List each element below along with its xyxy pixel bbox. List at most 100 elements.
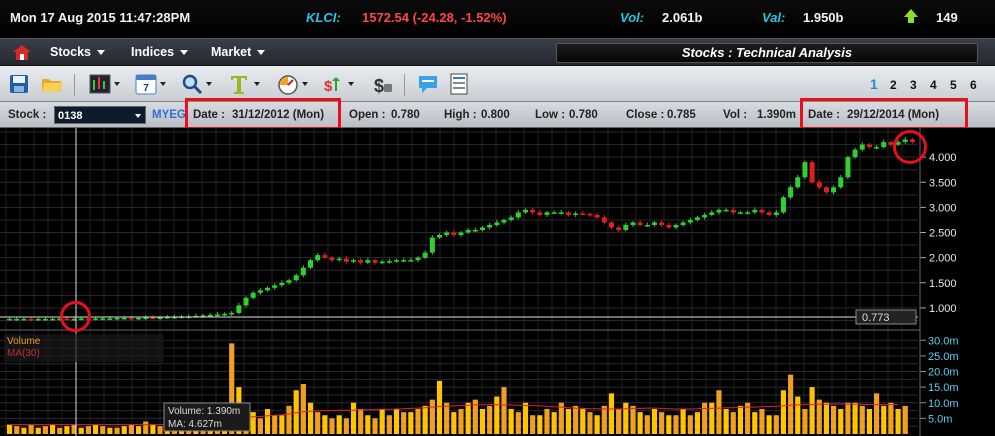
volume-bar: [57, 427, 63, 434]
candle-body: [874, 147, 880, 149]
candle-body: [766, 212, 772, 215]
volume-bar: [458, 409, 464, 434]
volume-bar: [845, 402, 851, 434]
stock-code-select[interactable]: 0138: [54, 106, 146, 124]
page-tab-1[interactable]: 1: [870, 76, 878, 92]
candle-body: [128, 317, 134, 320]
up-arrow-stem: [908, 16, 914, 23]
volume-bar: [580, 409, 586, 434]
candle-body: [7, 318, 13, 321]
candle-body: [730, 209, 736, 213]
volume-bar: [838, 409, 844, 434]
volume-bar: [608, 393, 615, 434]
home-icon[interactable]: [12, 44, 32, 61]
candle-body: [272, 285, 278, 288]
volume-bar: [573, 405, 579, 434]
main-menu-bar: Stocks Indices Market Stocks : Technical…: [0, 38, 995, 66]
candle-body: [136, 317, 142, 320]
chevron-down-icon[interactable]: [206, 82, 212, 86]
volume-bar: [358, 409, 364, 434]
candle-body: [666, 224, 672, 228]
chevron-down-icon: [257, 50, 266, 56]
candle-body: [487, 224, 493, 228]
candle-body: [644, 224, 650, 227]
svg-text:$: $: [324, 78, 333, 95]
candle-body: [702, 214, 708, 218]
volume-bar: [709, 402, 715, 434]
menu-indices[interactable]: Indices: [131, 45, 189, 59]
candle-body: [107, 318, 113, 320]
candle-body: [315, 255, 321, 261]
toolbar-separator: [404, 74, 405, 96]
volume-bar: [716, 390, 722, 434]
volume-bar: [888, 402, 894, 434]
candle-body: [300, 267, 306, 276]
app-window: { "status": { "datetime": "Mon 17 Aug 20…: [0, 0, 995, 436]
volume-bar: [21, 427, 27, 434]
candle-body: [257, 290, 263, 293]
candle-body: [236, 305, 242, 313]
page-tab-4[interactable]: 4: [930, 78, 937, 92]
candle-body: [580, 213, 586, 215]
volume-bar: [702, 402, 708, 434]
volume-bar: [128, 424, 134, 434]
technical-chart[interactable]: 1.000 1.500 2.000 2.500 3.000 3.500 4.000 5.0m…: [0, 128, 995, 436]
volume-bar: [336, 415, 342, 434]
comment-icon[interactable]: [416, 72, 440, 96]
indicator-icon[interactable]: $: [322, 72, 346, 96]
page-tab-5[interactable]: 5: [950, 78, 957, 92]
cursor-price-label: 0.773: [862, 312, 890, 324]
candle-body: [222, 313, 228, 316]
chevron-down-icon[interactable]: [160, 82, 166, 86]
volume-bar: [300, 384, 306, 434]
candle-body: [351, 260, 357, 262]
candle-body: [623, 224, 629, 230]
candle-body: [401, 260, 407, 262]
volume-bar: [494, 396, 500, 434]
report-icon[interactable]: [448, 72, 470, 96]
volume-bar: [616, 409, 622, 434]
page-tab-2[interactable]: 2: [890, 78, 897, 92]
page-tab-3[interactable]: 3: [910, 78, 917, 92]
chevron-down-icon[interactable]: [114, 82, 120, 86]
highlight-end-candle: [893, 130, 927, 164]
volume-tick-label: 20.0m: [928, 367, 959, 379]
open-label: Open :: [349, 109, 386, 121]
candle-body: [365, 260, 371, 263]
save-icon[interactable]: [8, 72, 30, 96]
candle-body: [50, 318, 56, 321]
volume-bar: [451, 412, 457, 434]
volume-bar: [630, 405, 636, 434]
volume-bar: [107, 427, 113, 434]
volume-bar: [551, 412, 557, 434]
candle-body: [795, 177, 801, 188]
gauge-icon[interactable]: [276, 72, 300, 96]
chevron-down-icon[interactable]: [302, 82, 308, 86]
chevron-down-icon[interactable]: [348, 82, 354, 86]
text-tool-icon[interactable]: [228, 72, 250, 96]
volume-bar: [465, 402, 471, 434]
candle-body: [458, 232, 464, 236]
candle-body: [437, 235, 443, 238]
candle-body: [845, 157, 851, 178]
klci-label: KLCI:: [306, 10, 341, 25]
volume-bar: [393, 409, 400, 434]
page-tab-6[interactable]: 6: [970, 78, 977, 92]
money-icon[interactable]: $: [370, 72, 394, 96]
chevron-down-icon[interactable]: [254, 82, 260, 86]
high-value: 0.800: [481, 109, 510, 121]
volume-bar: [422, 405, 428, 434]
candle-body: [587, 213, 593, 216]
zoom-icon[interactable]: [180, 72, 204, 96]
volume-legend-title: Volume: [7, 336, 41, 347]
volume-bar: [823, 402, 830, 434]
menu-indices-label: Indices: [131, 45, 175, 59]
candle-body: [852, 149, 858, 158]
calendar-icon[interactable]: 7: [134, 72, 158, 96]
volume-bar: [444, 402, 450, 434]
chart-style-icon[interactable]: [88, 72, 112, 96]
menu-stocks[interactable]: Stocks: [50, 45, 105, 59]
candle-body: [444, 232, 450, 236]
open-folder-icon[interactable]: [40, 72, 64, 96]
menu-market[interactable]: Market: [211, 45, 266, 59]
